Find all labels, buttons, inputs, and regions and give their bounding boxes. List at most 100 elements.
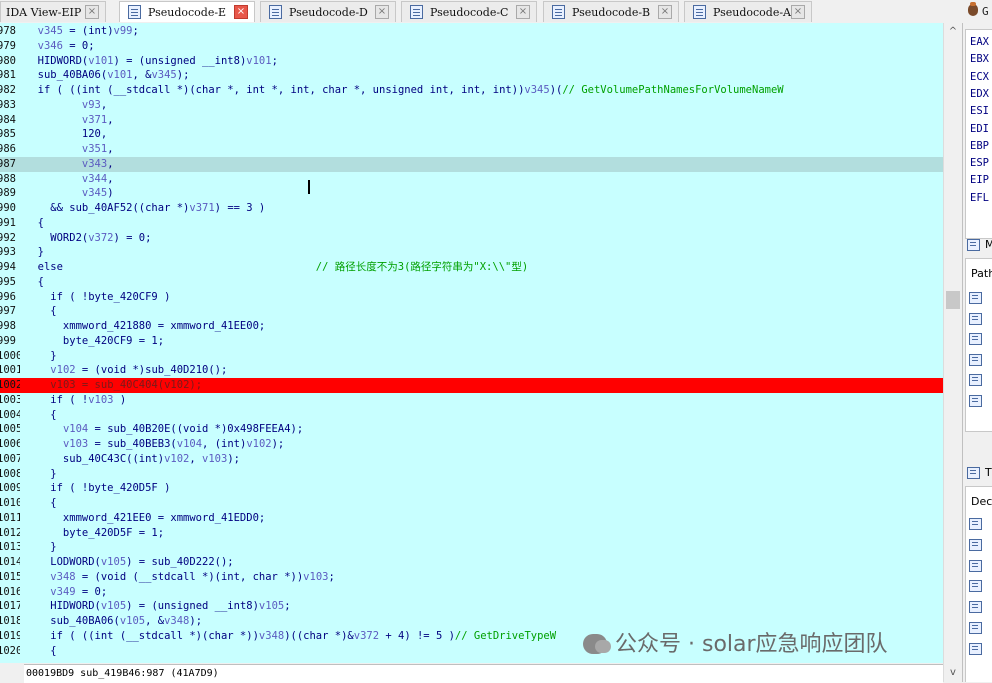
tab-pseudocode-a[interactable]: Pseudocode-A × (684, 1, 812, 22)
code-line[interactable]: 1005 v104 = sub_40B20E((void *)0x498FEEA… (0, 422, 943, 437)
scroll-up-arrow-icon[interactable]: ^ (947, 26, 959, 38)
code-text[interactable]: v346 = 0; (25, 39, 95, 54)
close-icon[interactable]: × (516, 5, 530, 19)
code-text[interactable]: v371, (25, 113, 114, 128)
close-icon[interactable]: × (658, 5, 672, 19)
code-text[interactable]: v348 = (void (__stdcall *)(int, char *))… (25, 570, 335, 585)
code-text[interactable]: sub_40BA06(v105, &v348); (25, 614, 202, 629)
tab-pseudocode-b[interactable]: Pseudocode-B × (543, 1, 679, 22)
code-text[interactable]: v103 = sub_40C404(v102); (25, 378, 202, 393)
code-line[interactable]: 1016 v349 = 0; (0, 585, 943, 600)
code-text[interactable]: v345) (25, 186, 114, 201)
scroll-down-arrow-icon[interactable]: v (947, 667, 959, 679)
code-text[interactable]: v349 = 0; (25, 585, 107, 600)
code-text[interactable]: } (25, 349, 56, 364)
code-line[interactable]: 997 { (0, 304, 943, 319)
code-text[interactable]: 120, (25, 127, 107, 142)
code-text[interactable]: if ( ((int (__stdcall *)(char *, int *, … (25, 83, 784, 98)
code-line[interactable]: 1015 v348 = (void (__stdcall *)(int, cha… (0, 570, 943, 585)
code-line[interactable]: 992 WORD2(v372) = 0; (0, 231, 943, 246)
code-text[interactable]: { (25, 275, 44, 290)
code-line[interactable]: 984 v371, (0, 113, 943, 128)
code-line[interactable]: 1014 LODWORD(v105) = sub_40D222(); (0, 555, 943, 570)
thread-row-icon[interactable] (969, 580, 982, 593)
code-line[interactable]: 994 else // 路径长度不为3(路径字符串为"X:\\"型) (0, 260, 943, 275)
code-text[interactable]: v343, (25, 157, 114, 172)
register-efl[interactable]: EFL (970, 192, 989, 204)
general-registers-list[interactable]: EAX EBX ECX EDX ESI EDI EBP ESP EIP EFL (965, 29, 992, 239)
threads-panel-header[interactable]: T (965, 464, 992, 482)
code-line[interactable]: 1013 } (0, 540, 943, 555)
code-line[interactable]: 1006 v103 = sub_40BEB3(v104, (int)v102); (0, 437, 943, 452)
code-line[interactable]: 1009 if ( !byte_420D5F ) (0, 481, 943, 496)
code-line[interactable]: 985 120, (0, 127, 943, 142)
breakpoint-code-line[interactable]: 1002 v103 = sub_40C404(v102); (0, 378, 943, 393)
close-icon[interactable]: × (375, 5, 389, 19)
register-edi[interactable]: EDI (970, 123, 989, 135)
code-line[interactable]: 978 v345 = (int)v99; (0, 24, 943, 39)
code-line[interactable]: 1000 } (0, 349, 943, 364)
code-line[interactable]: 995 { (0, 275, 943, 290)
code-line[interactable]: 983 v93, (0, 98, 943, 113)
code-line[interactable]: 1011 xmmword_421EE0 = xmmword_41EDD0; (0, 511, 943, 526)
code-line[interactable]: 1012 byte_420D5F = 1; (0, 526, 943, 541)
code-text[interactable]: if ( !byte_420CF9 ) (25, 290, 170, 305)
code-text[interactable]: { (25, 304, 56, 319)
code-line[interactable]: 1003 if ( !v103 ) (0, 393, 943, 408)
module-row-icon[interactable] (969, 292, 982, 304)
registers-panel-header[interactable]: G (962, 0, 992, 23)
register-edx[interactable]: EDX (970, 88, 989, 100)
thread-row-icon[interactable] (969, 622, 982, 634)
code-line[interactable]: 1001 v102 = (void *)sub_40D210(); (0, 363, 943, 378)
thread-row-icon[interactable] (969, 518, 982, 530)
thread-row-icon[interactable] (969, 538, 982, 551)
module-row-icon[interactable] (969, 353, 982, 366)
code-text[interactable]: } (25, 540, 56, 555)
code-line[interactable]: 980 HIDWORD(v101) = (unsigned __int8)v10… (0, 54, 943, 69)
code-line[interactable]: 996 if ( !byte_420CF9 ) (0, 290, 943, 305)
code-line[interactable]: 1008 } (0, 467, 943, 482)
code-text[interactable]: sub_40BA06(v101, &v345); (25, 68, 190, 83)
code-text[interactable]: sub_40C43C((int)v102, v103); (25, 452, 240, 467)
register-eip[interactable]: EIP (970, 174, 989, 186)
tab-pseudocode-d[interactable]: Pseudocode-D × (260, 1, 396, 22)
code-vertical-scrollbar[interactable]: ^ v (943, 23, 962, 682)
modules-list[interactable]: Path < (965, 258, 992, 667)
code-text[interactable]: v102 = (void *)sub_40D210(); (25, 363, 227, 378)
code-text[interactable]: { (25, 408, 56, 423)
tab-pseudocode-e[interactable]: Pseudocode-E × (119, 1, 255, 22)
code-text[interactable]: v93, (25, 98, 107, 113)
code-line[interactable]: 999 byte_420CF9 = 1; (0, 334, 943, 349)
code-text[interactable]: && sub_40AF52((char *)v371) == 3 ) (25, 201, 265, 216)
module-row-icon[interactable] (969, 374, 982, 386)
code-line[interactable]: 986 v351, (0, 142, 943, 157)
code-text[interactable]: v351, (25, 142, 114, 157)
code-text[interactable]: if ( !byte_420D5F ) (25, 481, 170, 496)
tab-pseudocode-c[interactable]: Pseudocode-C × (401, 1, 537, 22)
thread-row-icon[interactable] (969, 601, 982, 614)
code-text[interactable]: if ( ((int (__stdcall *)(char *))v348)((… (25, 629, 556, 644)
module-row-icon[interactable] (969, 333, 982, 345)
code-text[interactable]: v104 = sub_40B20E((void *)0x498FEEA4); (25, 422, 303, 437)
register-ecx[interactable]: ECX (970, 71, 989, 83)
code-text[interactable]: WORD2(v372) = 0; (25, 231, 151, 246)
code-line[interactable]: 979 v346 = 0; (0, 39, 943, 54)
code-line[interactable]: 993 } (0, 245, 943, 260)
module-row-icon[interactable] (969, 394, 982, 407)
code-text[interactable]: { (25, 496, 56, 511)
code-line[interactable]: 1007 sub_40C43C((int)v102, v103); (0, 452, 943, 467)
close-icon[interactable]: × (791, 5, 805, 19)
current-code-line[interactable]: 987 v343, (0, 156, 943, 172)
code-text[interactable]: v344, (25, 172, 114, 187)
code-line[interactable]: 990 && sub_40AF52((char *)v371) == 3 ) (0, 201, 943, 216)
code-line[interactable]: 981 sub_40BA06(v101, &v345); (0, 68, 943, 83)
code-text[interactable]: byte_420D5F = 1; (25, 526, 164, 541)
code-text[interactable]: { (25, 644, 56, 659)
code-text[interactable]: else // 路径长度不为3(路径字符串为"X:\\"型) (25, 260, 529, 275)
threads-list[interactable]: Dec (965, 486, 992, 682)
tab-ida-view-eip[interactable]: IDA View-EIP × (0, 1, 106, 22)
register-esi[interactable]: ESI (970, 105, 989, 117)
code-text[interactable]: } (25, 467, 56, 482)
module-row-icon[interactable] (969, 312, 982, 325)
code-line[interactable]: 1017 HIDWORD(v105) = (unsigned __int8)v1… (0, 599, 943, 614)
